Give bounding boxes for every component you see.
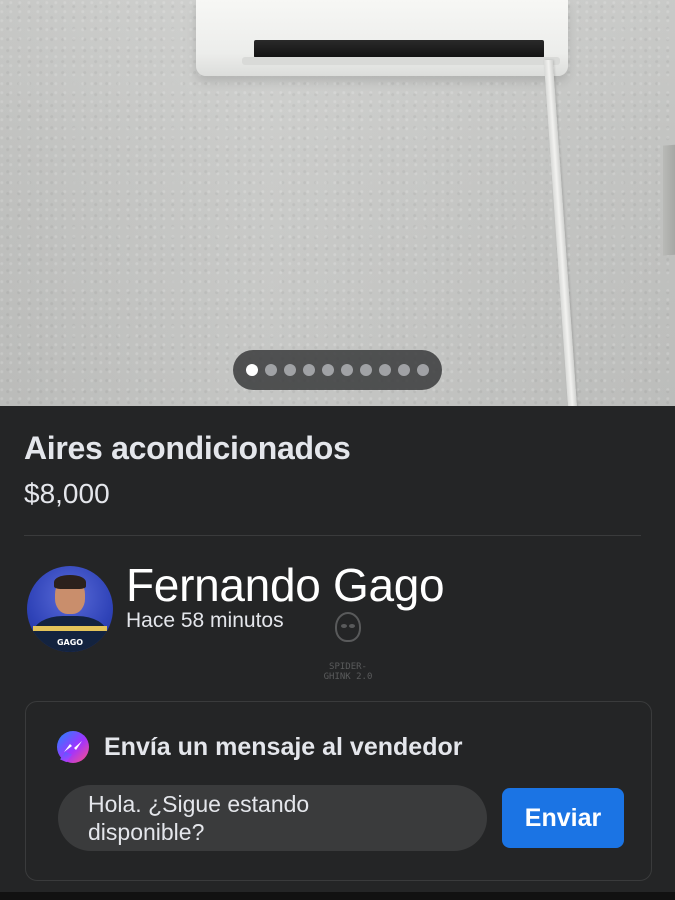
send-button[interactable]: Enviar <box>502 788 624 848</box>
pagination-dot[interactable] <box>398 364 410 376</box>
avatar-shirt-stripe <box>33 626 107 631</box>
pagination-dot[interactable] <box>265 364 277 376</box>
watermark-text: SPIDER-GHINK 2.0 <box>323 662 373 682</box>
pagination-dot[interactable] <box>284 364 296 376</box>
photo-pagination-dots <box>233 350 442 390</box>
watermark-logo <box>335 612 361 642</box>
listing-price: $8,000 <box>24 478 110 509</box>
listing-photo[interactable] <box>0 0 675 406</box>
avatar-name-tag: GAGO <box>56 638 84 647</box>
air-conditioner-unit <box>196 0 568 76</box>
pagination-dot[interactable] <box>246 364 258 376</box>
section-divider <box>24 535 641 536</box>
avatar-hair <box>54 575 86 589</box>
seller-name[interactable]: Fernando Gago <box>126 558 445 612</box>
message-card-header: Envía un mensaje al vendedor <box>57 731 462 763</box>
message-seller-card: Envía un mensaje al vendedor Hola. ¿Sigu… <box>25 701 652 881</box>
marketplace-listing-page: Aires acondicionados $8,000 GAGO Fernand… <box>0 0 675 900</box>
pagination-dot[interactable] <box>379 364 391 376</box>
ac-lip <box>242 57 560 65</box>
ac-vent <box>254 40 544 58</box>
pagination-dot[interactable] <box>360 364 372 376</box>
watermark: SPIDER-GHINK 2.0 <box>316 612 380 682</box>
messenger-icon <box>57 731 89 763</box>
posted-time: Hace 58 minutos <box>126 609 284 632</box>
message-card-title: Envía un mensaje al vendedor <box>104 732 463 761</box>
pagination-dot[interactable] <box>417 364 429 376</box>
pagination-dot[interactable] <box>322 364 334 376</box>
side-panel <box>663 144 675 256</box>
bottom-bar <box>0 892 675 900</box>
pagination-dot[interactable] <box>341 364 353 376</box>
seller-avatar[interactable]: GAGO <box>27 566 113 652</box>
message-input[interactable]: Hola. ¿Sigue estando disponible? <box>58 785 487 851</box>
listing-title: Aires acondicionados <box>24 430 351 466</box>
pagination-dot[interactable] <box>303 364 315 376</box>
